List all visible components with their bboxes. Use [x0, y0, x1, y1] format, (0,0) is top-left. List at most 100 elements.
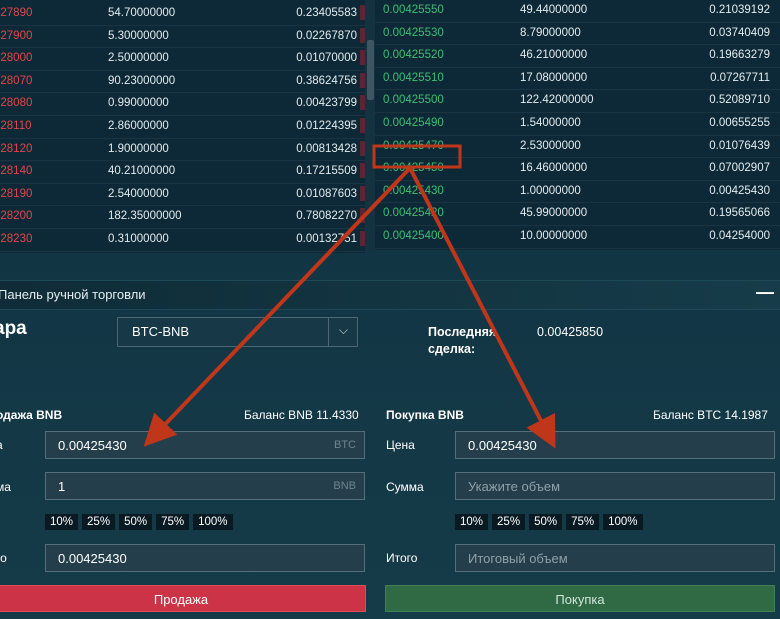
buy-pct-10-button[interactable]: 10% [455, 514, 489, 530]
sell-amount: 90.23000000 [108, 74, 176, 87]
orderbook-scrollbar-thumb[interactable] [367, 40, 374, 100]
sell-row[interactable]: 427890 54.70000000 0.23405583 [0, 3, 365, 26]
buy-row[interactable]: 0.00425420 45.99000000 0.19565066 [375, 203, 780, 226]
sell-amount-field[interactable]: BNB [45, 472, 365, 500]
orderbook-scrollbar-track[interactable] [365, 0, 375, 250]
sell-price: 428080 [0, 97, 33, 110]
buy-row[interactable]: 0.00425550 49.44000000 0.21039192 [375, 0, 780, 23]
buy-total: 0.19663279 [709, 49, 770, 62]
buy-price: 0.00425550 [383, 4, 444, 16]
buy-row[interactable]: 0.00425400 10.00000000 0.04254000 [375, 226, 780, 249]
select-divider [328, 318, 329, 346]
sell-row[interactable]: 428110 2.86000000 0.01224395 [0, 116, 365, 139]
buy-row[interactable]: 0.00425490 1.54000000 0.00655255 [375, 113, 780, 136]
sell-section-title: одажа BNB [0, 408, 63, 422]
sell-row[interactable]: 428300100.000000000.42830000 [0, 252, 365, 253]
buy-row[interactable]: 0.00425510 17.08000000 0.07267711 [375, 68, 780, 91]
buy-total: 0.00655255 [709, 116, 770, 129]
chevron-down-icon[interactable]: ⌵ [339, 323, 348, 338]
buy-row[interactable]: 0.00425450 16.46000000 0.07002907 [375, 158, 780, 181]
buy-row[interactable]: 0.00425430 1.00000000 0.00425430 [375, 181, 780, 204]
sell-amount: 40.21000000 [108, 165, 176, 178]
buy-row[interactable]: 0.00425530 8.79000000 0.03740409 [375, 23, 780, 46]
buy-row[interactable]: 0.00425500 122.42000000 0.52089710 [375, 90, 780, 113]
sell-row[interactable]: 428120 1.90000000 0.00813428 [0, 139, 365, 162]
buy-button[interactable]: Покупка [385, 585, 775, 612]
buy-amount-input[interactable] [456, 473, 774, 499]
buy-total-input[interactable] [456, 545, 774, 571]
buy-amount: 2.53000000 [520, 139, 581, 152]
sell-row[interactable]: 428190 2.54000000 0.01087603 [0, 184, 365, 207]
sell-total: 0.01224395 [296, 119, 357, 132]
buy-price-input[interactable] [456, 432, 774, 458]
buy-total: 0.21039192 [709, 4, 770, 16]
sell-total: 0.17215509 [296, 165, 357, 178]
sell-price: 427890 [0, 7, 33, 19]
buy-price: 0.00425520 [383, 49, 444, 62]
last-trade-value: 0.00425850 [537, 325, 604, 339]
sell-total: 0.01070000 [296, 52, 357, 65]
trading-panel-header: Панель ручной торговли — [0, 280, 780, 310]
sell-price: 428200 [0, 210, 33, 223]
buy-price: 0.00425420 [383, 207, 444, 220]
buy-pct-25-button[interactable]: 25% [492, 514, 526, 530]
buy-total: 0.04254000 [709, 229, 770, 242]
pair-label: ара [0, 318, 27, 339]
sell-amount: 2.86000000 [108, 119, 169, 132]
sell-row[interactable]: 428070 90.23000000 0.38624756 [0, 71, 365, 94]
sell-pct-10-button[interactable]: 10% [45, 514, 79, 530]
buy-pct-50-button[interactable]: 50% [529, 514, 563, 530]
buy-total-field[interactable] [455, 544, 775, 572]
buy-amount: 1.00000000 [520, 184, 581, 197]
buy-order-book: 0.00425550 49.44000000 0.21039192 0.0042553… [375, 0, 780, 250]
sell-amount: 1.90000000 [108, 142, 169, 155]
sell-total: 0.00813428 [296, 142, 357, 155]
sell-price-input[interactable] [46, 432, 364, 458]
last-trade-label: Последняя сделка: [428, 325, 497, 356]
sell-price: 428000 [0, 52, 33, 65]
sell-price-field[interactable]: BTC [45, 431, 365, 459]
sell-pct-25-button[interactable]: 25% [82, 514, 116, 530]
buy-amount-field[interactable] [455, 472, 775, 500]
sell-total-input[interactable] [46, 545, 364, 571]
pair-select[interactable]: BTC-BNB ⌵ [117, 317, 358, 347]
buy-row[interactable]: 0.00425520 46.21000000 0.19663279 [375, 45, 780, 68]
sell-percent-buttons: 10% 25% 50% 75% 100% [45, 514, 233, 530]
sell-amount: 5.30000000 [108, 29, 169, 42]
buy-price: 0.00425450 [383, 162, 444, 175]
sell-price-label: а [0, 438, 3, 452]
sell-price-unit: BTC [334, 439, 356, 451]
buy-amount-label: Сумма [386, 480, 424, 494]
sell-row[interactable]: 428080 0.99000000 0.00423799 [0, 93, 365, 116]
buy-price: 0.00425500 [383, 94, 444, 107]
sell-pct-50-button[interactable]: 50% [119, 514, 153, 530]
sell-order-book: 427890 54.70000000 0.23405583 427900 5.30000… [0, 0, 365, 253]
buy-row[interactable]: 0.0042539037.820000000.16088250 [375, 249, 780, 250]
buy-amount: 10.00000000 [520, 229, 588, 242]
buy-price-field[interactable] [455, 431, 775, 459]
sell-row[interactable]: 428230 0.31000000 0.00132751 [0, 229, 365, 252]
buy-pct-100-button[interactable]: 100% [603, 514, 643, 530]
sell-row[interactable]: 428200 182.35000000 0.78082270 [0, 206, 365, 229]
sell-row[interactable]: 428000 2.50000000 0.01070000 [0, 48, 365, 71]
sell-pct-100-button[interactable]: 100% [193, 514, 233, 530]
buy-price: 0.00425430 [383, 184, 444, 197]
buy-amount: 1.54000000 [520, 116, 581, 129]
sell-price: 428140 [0, 165, 33, 178]
sell-pct-75-button[interactable]: 75% [156, 514, 190, 530]
sell-amount: 2.50000000 [108, 52, 169, 65]
buy-amount: 16.46000000 [520, 162, 588, 175]
buy-row[interactable]: 0.00425470 2.53000000 0.01076439 [375, 136, 780, 159]
sell-row[interactable]: 427900 5.30000000 0.02267870 [0, 26, 365, 49]
collapse-icon[interactable]: — [756, 282, 774, 303]
buy-total: 0.07002907 [709, 162, 770, 175]
sell-amount-input[interactable] [46, 473, 364, 499]
buy-pct-75-button[interactable]: 75% [566, 514, 600, 530]
sell-total-field[interactable] [45, 544, 365, 572]
buy-total: 0.07267711 [710, 71, 770, 84]
sell-button[interactable]: Продажа [0, 585, 366, 612]
sell-row[interactable]: 428140 40.21000000 0.17215509 [0, 161, 365, 184]
buy-price-label: Цена [386, 438, 415, 452]
buy-price: 0.00425470 [383, 139, 444, 152]
buy-total: 0.01076439 [709, 139, 770, 152]
